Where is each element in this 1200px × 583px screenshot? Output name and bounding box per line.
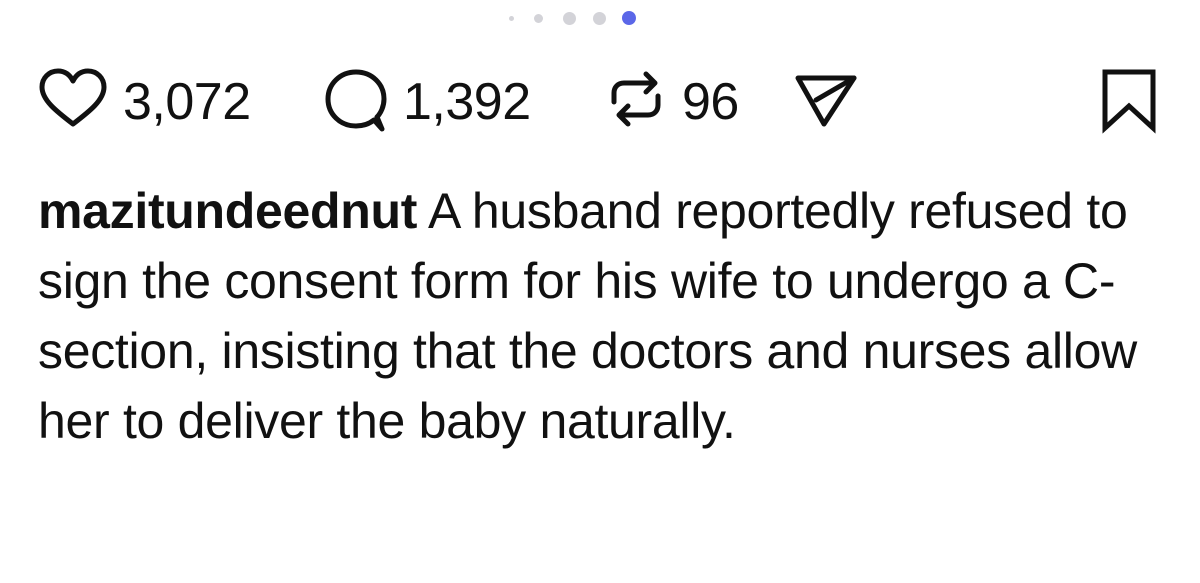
save-button[interactable] [1100, 66, 1160, 136]
share-button[interactable] [792, 66, 862, 136]
post-caption: mazitundeednut A husband reportedly refu… [38, 176, 1168, 456]
caption-username[interactable]: mazitundeednut [38, 183, 417, 239]
carousel-dot [534, 14, 543, 23]
carousel-indicator [0, 10, 1200, 30]
carousel-dot [509, 16, 514, 21]
comment-bubble-icon [325, 69, 387, 132]
bookmark-icon [1102, 69, 1156, 134]
repost-button[interactable]: 96 [604, 66, 774, 136]
send-icon [795, 75, 857, 127]
carousel-dot [563, 12, 576, 25]
like-button[interactable]: 3,072 [38, 66, 278, 136]
heart-icon [39, 68, 107, 127]
repost-count: 96 [682, 73, 739, 131]
repost-icon [611, 71, 661, 127]
carousel-dot-active [622, 11, 636, 25]
carousel-dot [593, 12, 606, 25]
comment-count: 1,392 [403, 73, 531, 131]
like-count: 3,072 [123, 73, 251, 131]
action-bar: 3,072 1,392 96 [0, 66, 1200, 136]
comment-button[interactable]: 1,392 [322, 66, 562, 136]
